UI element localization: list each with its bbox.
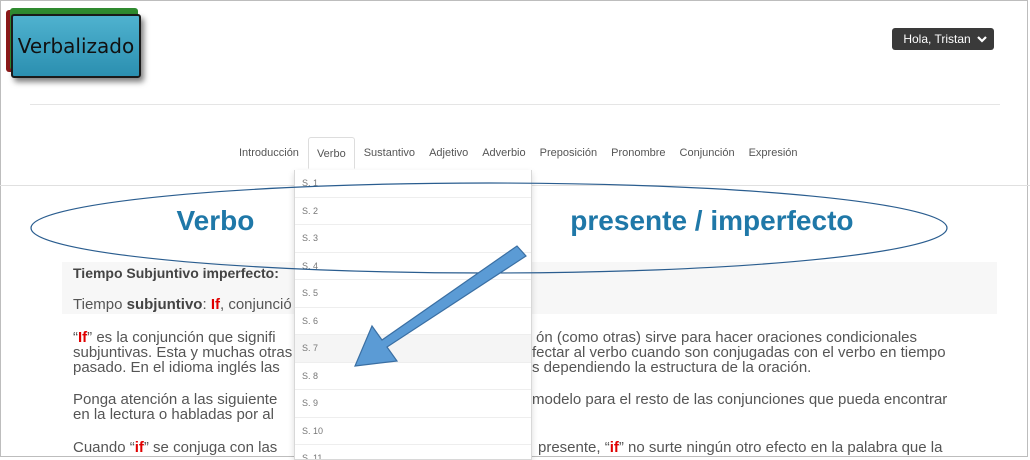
dropdown-item[interactable]: S. 4 <box>295 253 531 280</box>
user-menu-button[interactable]: Hola, Tristan <box>892 28 994 50</box>
if-keyword: if <box>134 439 144 456</box>
dropdown-item[interactable]: S. 7 <box>295 335 531 363</box>
nav-tab-verbo[interactable]: Verbo <box>307 137 355 169</box>
dropdown-item[interactable]: S. 9 <box>295 390 531 418</box>
header-divider <box>30 104 1000 105</box>
text: Tiempo <box>73 296 127 313</box>
dropdown-item[interactable]: S. 6 <box>295 308 531 335</box>
dropdown-item[interactable]: S. 8 <box>295 363 531 390</box>
if-keyword: if <box>609 439 619 456</box>
text: , conjunció <box>219 296 292 313</box>
dropdown-item[interactable]: S. 2 <box>295 198 531 225</box>
paragraph-if-line3-right: s dependiendo la estructura de la oració… <box>532 359 812 376</box>
page-title-left: Verbo <box>176 205 255 236</box>
paragraph-ponga-line2: en la lectura o habladas por al <box>73 406 274 423</box>
dropdown-item[interactable]: S. 5 <box>295 280 531 308</box>
dropdown-item[interactable]: S. 3 <box>295 225 531 253</box>
paragraph-ponga-line1-right: modelo para el resto de las conjunciones… <box>532 391 948 408</box>
nav-tab-conjunción[interactable]: Conjunción <box>673 137 742 169</box>
nav-tab-introducción[interactable]: Introducción <box>232 137 306 169</box>
nav-tab-expresión[interactable]: Expresión <box>742 137 805 169</box>
dropdown-item[interactable]: S. 10 <box>295 418 531 445</box>
paragraph-if-line2-right: fectar al verbo cuando son conjugadas co… <box>532 344 946 361</box>
dropdown-item[interactable]: S. 1 <box>295 170 531 198</box>
nav-tab-sustantivo[interactable]: Sustantivo <box>357 137 422 169</box>
nav-tab-adjetivo[interactable]: Adjetivo <box>422 137 475 169</box>
paragraph-cuando-right: presente, “if” no surte ningún otro efec… <box>538 440 996 455</box>
text: presente, “ <box>538 439 610 456</box>
logo[interactable]: Verbalizado <box>6 8 146 78</box>
nav-tab-adverbio[interactable]: Adverbio <box>475 137 532 169</box>
text: ” no surte ningún otro efecto en la pala… <box>618 439 943 456</box>
paragraph-tiempo: Tiempo subjuntivo: If, conjunció <box>73 297 993 312</box>
chevron-down-icon <box>976 36 987 43</box>
section-title: Tiempo Subjuntivo imperfecto: <box>73 265 279 281</box>
verbo-dropdown-menu: S. 1 S. 2 S. 3 S. 4 S. 5 S. 6 S. 7 S. 8 S. 9 S. 1… <box>294 170 532 460</box>
text: Cuando “ <box>73 439 135 456</box>
user-greeting: Hola, Tristan <box>903 32 971 46</box>
text-bold: subjuntivo <box>126 296 203 313</box>
main-nav: Introducción Verbo Sustantivo Adjetivo Adver… <box>232 137 805 169</box>
nav-tab-pronombre[interactable]: Pronombre <box>604 137 672 169</box>
page-title-right: presente / imperfecto <box>570 205 854 236</box>
text: ” se conjuga con las <box>143 439 278 456</box>
logo-text[interactable]: Verbalizado <box>11 14 141 78</box>
text: : <box>202 296 211 313</box>
paragraph-if-line1-right: ón (como otras) sirve para hacer oracion… <box>536 329 918 346</box>
nav-tab-preposición[interactable]: Preposición <box>533 137 604 169</box>
dropdown-item[interactable]: S. 11 <box>295 445 531 459</box>
if-keyword: If <box>210 296 220 313</box>
